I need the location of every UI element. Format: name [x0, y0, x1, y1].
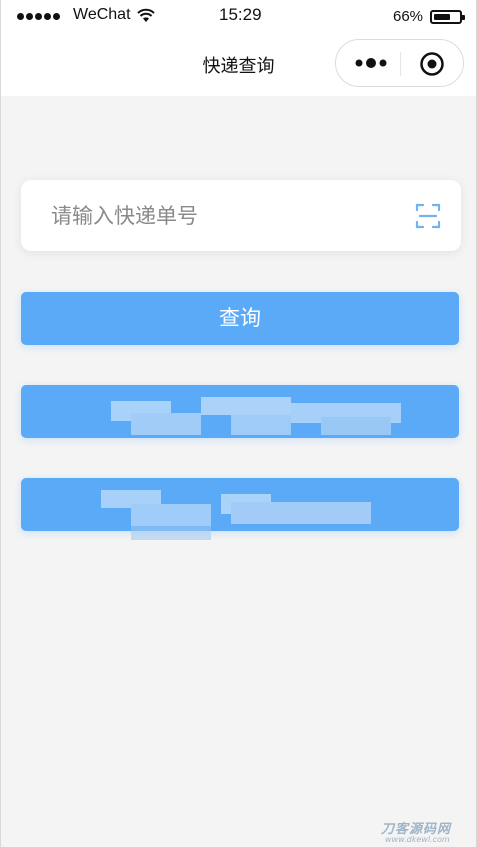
- carrier-name: WeChat: [73, 6, 131, 23]
- wifi-icon: [137, 8, 155, 22]
- pixelated-label: [111, 397, 401, 435]
- battery-icon: [430, 10, 465, 24]
- tracking-number-input[interactable]: [51, 197, 391, 235]
- action-button-3[interactable]: [21, 478, 459, 540]
- signal-strength-icon: [17, 13, 60, 20]
- battery-level-fill: [434, 14, 450, 20]
- status-bar: WeChat 15:29 66%: [1, 0, 476, 36]
- search-card: [21, 180, 461, 251]
- action-button-2[interactable]: [21, 385, 459, 438]
- query-button[interactable]: 查询: [21, 292, 459, 345]
- more-dots-icon[interactable]: [354, 56, 388, 70]
- miniprogram-capsule: [335, 39, 464, 87]
- status-time: 15:29: [219, 5, 262, 24]
- navigation-bar: 快递查询: [1, 36, 476, 96]
- query-button-label: 查询: [219, 306, 261, 330]
- capsule-divider: [400, 52, 401, 76]
- watermark-url: www.dkewl.com: [385, 835, 450, 844]
- target-circle-icon[interactable]: [419, 51, 445, 77]
- battery-percentage: 66%: [393, 8, 424, 25]
- pixelated-label: [101, 490, 371, 540]
- scan-icon[interactable]: [415, 202, 441, 230]
- watermark: 刀客源码网 www.dkewl.com: [381, 818, 451, 844]
